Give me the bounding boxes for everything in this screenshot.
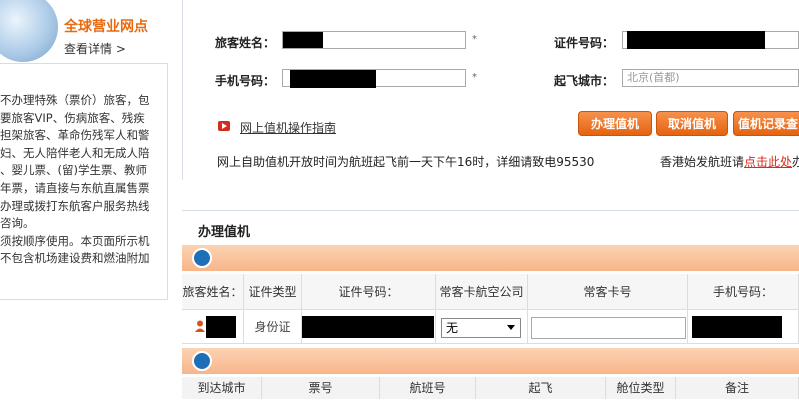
section-title: 办理值机 xyxy=(198,225,251,240)
cancel-checkin-button[interactable]: 取消值机 xyxy=(656,111,728,136)
passenger-name-label: 旅客姓名： xyxy=(215,36,276,50)
person-icon xyxy=(192,248,212,268)
col-remarks: 备注 xyxy=(676,377,799,399)
hk-notice-suffix: 办 xyxy=(792,155,799,169)
passenger-bar xyxy=(182,245,799,271)
note-line: 不办理特殊（票价）旅客，包 xyxy=(0,93,150,107)
global-offices-promo[interactable]: 全球营业网点 查看详情 > xyxy=(0,0,168,64)
sidebar: 全球营业网点 查看详情 > 不办理特殊（票价）旅客，包 要旅客VIP、伤病旅客、… xyxy=(0,0,168,400)
note-line: 担架旅客、革命伤残军人和警 xyxy=(0,128,150,143)
departure-city-label: 起飞城市： xyxy=(554,74,615,88)
departure-city-input[interactable]: 北京(首都) xyxy=(622,69,799,87)
cell-id-type: 身份证 xyxy=(244,310,302,344)
note-line: 年票，请直接与东航直属售票 xyxy=(0,180,150,195)
note-line: 须按顺序使用。本页面所示机 xyxy=(0,233,150,248)
hk-notice-prefix: 香港始发航班请 xyxy=(660,155,745,169)
col-arrival-city: 到达城市 xyxy=(182,377,262,399)
note-line: 要旅客VIP、伤病旅客、残疾 xyxy=(0,110,145,125)
redacted-mobile xyxy=(290,70,376,88)
checkin-records-button[interactable]: 值机记录查 xyxy=(733,111,799,136)
col-ff-airline: 常客卡航空公司 xyxy=(436,274,528,310)
globe-icon xyxy=(0,0,58,62)
note-line: 不包含机场建设费和燃油附加 xyxy=(0,251,150,266)
redacted-mobile-number xyxy=(692,316,782,338)
note-line: 办理或拨打东航客户服务热线 xyxy=(0,198,150,213)
col-departure: 起飞 xyxy=(476,377,606,399)
col-cabin-type: 舱位类型 xyxy=(606,377,676,399)
person-icon xyxy=(195,320,205,332)
checkin-hours-notice: 网上自助值机开放时间为航班起飞前一天下午16时，详细请致电95530 xyxy=(217,155,595,169)
airplane-icon xyxy=(192,351,212,371)
note-line: 、婴儿票、(留)学生票、教师 xyxy=(0,163,147,178)
promo-details-link[interactable]: 查看详情 > xyxy=(64,40,126,57)
ff-number-input[interactable] xyxy=(531,317,686,339)
col-passenger-name: 旅客姓名： xyxy=(182,274,244,310)
col-mobile: 手机号码： xyxy=(688,274,799,310)
note-line: 妇、无人陪伴老人和无成人陪 xyxy=(0,145,150,160)
notes-panel: 不办理特殊（票价）旅客，包 要旅客VIP、伤病旅客、残疾 担架旅客、革命伤残军人… xyxy=(0,64,168,300)
checkin-guide-link[interactable]: 网上值机操作指南 xyxy=(240,119,336,136)
mobile-label: 手机号码： xyxy=(215,74,276,88)
checkin-button[interactable]: 办理值机 xyxy=(578,111,652,136)
redacted-id xyxy=(627,31,765,49)
click-here-link[interactable]: 点击此处 xyxy=(744,155,792,169)
chevron-down-icon xyxy=(507,325,515,330)
ff-airline-value: 无 xyxy=(446,321,459,335)
promo-title: 全球营业网点 xyxy=(64,19,148,35)
arrow-bullet-icon xyxy=(218,121,230,131)
col-ff-number: 常客卡号 xyxy=(528,274,688,310)
id-number-label: 证件号码： xyxy=(554,36,615,50)
required-mark: * xyxy=(472,34,477,45)
redacted-passenger xyxy=(206,316,236,338)
hk-flight-notice: 香港始发航班请点击此处办 xyxy=(660,153,799,170)
redacted-id-number xyxy=(302,316,434,338)
col-ticket-number: 票号 xyxy=(262,377,380,399)
required-mark: * xyxy=(472,72,477,83)
col-id-type: 证件类型 xyxy=(244,274,302,310)
redacted-name xyxy=(283,32,323,48)
col-flight-number: 航班号 xyxy=(380,377,476,399)
note-line: 咨询。 xyxy=(0,216,35,231)
flight-bar xyxy=(182,348,799,374)
col-id-number: 证件号码： xyxy=(302,274,436,310)
ff-airline-select[interactable]: 无 xyxy=(441,318,521,338)
